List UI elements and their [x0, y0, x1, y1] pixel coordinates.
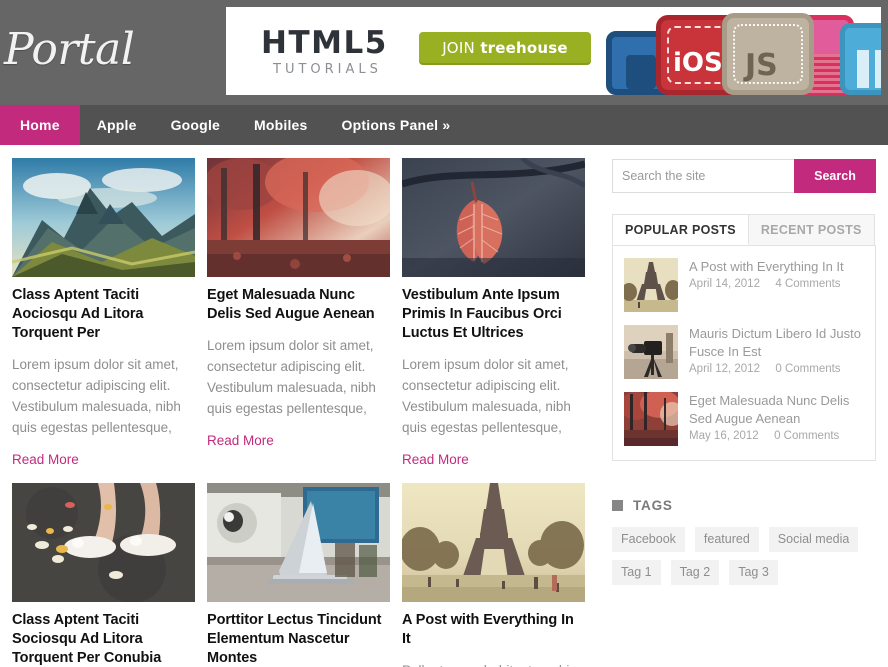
mini-post-title[interactable]: A Post with Everything In It [689, 258, 864, 276]
ad-cta-join-label: JOIN [442, 39, 475, 57]
mini-post-comments: 0 Comments [774, 430, 840, 442]
search-form: Search [612, 159, 876, 193]
list-item-body: A Post with Everything In It April 14, 2… [689, 258, 864, 312]
badge-lightblue-icon [840, 23, 881, 95]
square-bullet-icon [612, 500, 623, 511]
badge-ios-label: iOS [673, 48, 723, 78]
mini-post-date: May 16, 2012 [689, 430, 759, 442]
nav-item-mobiles[interactable]: Mobiles [237, 105, 325, 145]
post-card: Class Aptent Taciti Aociosqu Ad Litora T… [12, 158, 195, 469]
mini-post-title[interactable]: Mauris Dictum Libero Id Justo Fusce In E… [689, 325, 864, 361]
mini-post-meta: April 14, 2012 4 Comments [689, 278, 864, 290]
sidebar: Search POPULAR POSTS RECENT POSTS [612, 145, 876, 667]
page-body: Class Aptent Taciti Aociosqu Ad Litora T… [0, 145, 888, 667]
post-excerpt: Lorem ipsum dolor sit amet, consectetur … [402, 357, 571, 435]
ad-banner[interactable]: HTML5 TUTORIALS JOIN treehouse iOS JS [226, 7, 881, 95]
list-item-body: Mauris Dictum Libero Id Justo Fusce In E… [689, 325, 864, 379]
ad-cta-brand-label: treehouse [480, 39, 568, 57]
tags-widget: TAGS Facebook featured Social media Tag … [612, 498, 876, 585]
mini-post-title[interactable]: Eget Malesuada Nunc Delis Sed Augue Aene… [689, 392, 864, 428]
search-button[interactable]: Search [794, 159, 876, 193]
mini-post-meta: May 16, 2012 0 Comments [689, 430, 864, 442]
read-more-link[interactable]: Read More [402, 452, 469, 467]
tag-item[interactable]: Facebook [612, 527, 685, 552]
ad-badges-illustration: iOS JS [604, 7, 881, 95]
nav-item-google[interactable]: Google [154, 105, 237, 145]
badge-js-label: JS [745, 48, 778, 83]
post-thumbnail-red-leaves[interactable] [402, 158, 585, 277]
search-input[interactable] [612, 159, 794, 193]
mini-post-comments: 0 Comments [775, 363, 841, 375]
post-thumbnail-laptop-desk[interactable] [207, 483, 390, 602]
tag-item[interactable]: Tag 3 [729, 560, 778, 585]
tag-item[interactable]: featured [694, 527, 759, 552]
tags-widget-title: TAGS [633, 498, 673, 513]
post-thumbnail-eiffel-tower[interactable] [402, 483, 585, 602]
list-item-body: Eget Malesuada Nunc Delis Sed Augue Aene… [689, 392, 864, 446]
mini-post-date: April 14, 2012 [689, 278, 760, 290]
tag-item[interactable]: Tag 1 [612, 560, 661, 585]
post-thumbnail-mountain-landscape[interactable] [12, 158, 195, 277]
post-excerpt: Lorem ipsum dolor sit amet, consectetur … [207, 338, 376, 416]
post-card: A Post with Everything In It Pellentesqu… [402, 483, 585, 667]
post-title[interactable]: Vestibulum Ante Ipsum Primis In Faucibus… [402, 286, 585, 343]
tag-item[interactable]: Tag 2 [670, 560, 720, 585]
post-thumbnail-white-shoes-street[interactable] [12, 483, 195, 602]
nav-item-home[interactable]: Home [0, 105, 80, 145]
tab-popular-posts[interactable]: POPULAR POSTS [612, 214, 749, 245]
nav-item-apple[interactable]: Apple [80, 105, 154, 145]
mini-post-date: April 12, 2012 [689, 363, 760, 375]
mini-thumbnail-eiffel-tower[interactable] [624, 258, 678, 312]
post-title[interactable]: Class Aptent Taciti Sociosqu Ad Litora T… [12, 611, 195, 667]
read-more-link[interactable]: Read More [12, 452, 79, 467]
mini-thumbnail-red-autumn-forest[interactable] [624, 392, 678, 446]
tabs-row: POPULAR POSTS RECENT POSTS [612, 214, 876, 245]
mini-thumbnail-camera-tripod[interactable] [624, 325, 678, 379]
main-navigation: Home Apple Google Mobiles Options Panel … [0, 105, 888, 145]
post-title[interactable]: A Post with Everything In It [402, 611, 585, 649]
read-more-link[interactable]: Read More [207, 433, 274, 448]
post-thumbnail-red-autumn-forest[interactable] [207, 158, 390, 277]
post-title[interactable]: Porttitor Lectus Tincidunt Elementum Nas… [207, 611, 390, 667]
list-item: A Post with Everything In It April 14, 2… [624, 258, 864, 312]
list-item: Mauris Dictum Libero Id Justo Fusce In E… [624, 325, 864, 379]
post-title[interactable]: Class Aptent Taciti Aociosqu Ad Litora T… [12, 286, 195, 343]
tag-item[interactable]: Social media [768, 527, 859, 552]
tab-panel-popular-posts: A Post with Everything In It April 14, 2… [612, 245, 876, 461]
ad-subtitle: TUTORIALS [273, 62, 382, 77]
ad-cta-button[interactable]: JOIN treehouse [419, 32, 591, 65]
site-header: Portal HTML5 TUTORIALS JOIN treehouse iO… [0, 0, 888, 105]
list-item: Eget Malesuada Nunc Delis Sed Augue Aene… [624, 392, 864, 446]
post-title[interactable]: Eget Malesuada Nunc Delis Sed Augue Aene… [207, 286, 390, 324]
site-logo[interactable]: Portal [0, 14, 225, 86]
post-card: Eget Malesuada Nunc Delis Sed Augue Aene… [207, 158, 390, 469]
tag-list: Facebook featured Social media Tag 1 Tag… [612, 527, 876, 585]
post-card: Class Aptent Taciti Sociosqu Ad Litora T… [12, 483, 195, 667]
mini-post-comments: 4 Comments [775, 278, 841, 290]
ad-banner-left: HTML5 TUTORIALS JOIN treehouse [226, 7, 604, 95]
ad-title: HTML5 [261, 25, 388, 61]
post-card: Porttitor Lectus Tincidunt Elementum Nas… [207, 483, 390, 667]
post-excerpt: Pellentesque habitant morbi tristique se… [402, 660, 585, 667]
post-card: Vestibulum Ante Ipsum Primis In Faucibus… [402, 158, 585, 469]
mini-post-meta: April 12, 2012 0 Comments [689, 363, 864, 375]
posts-tabs-widget: POPULAR POSTS RECENT POSTS A Post with E… [612, 214, 876, 461]
tags-widget-header: TAGS [612, 498, 876, 513]
post-grid: Class Aptent Taciti Aociosqu Ad Litora T… [12, 145, 585, 667]
tab-recent-posts[interactable]: RECENT POSTS [748, 214, 875, 245]
badge-js-icon: JS [722, 13, 814, 95]
post-excerpt: Lorem ipsum dolor sit amet, consectetur … [12, 357, 181, 435]
nav-item-options-panel[interactable]: Options Panel » [325, 105, 468, 145]
